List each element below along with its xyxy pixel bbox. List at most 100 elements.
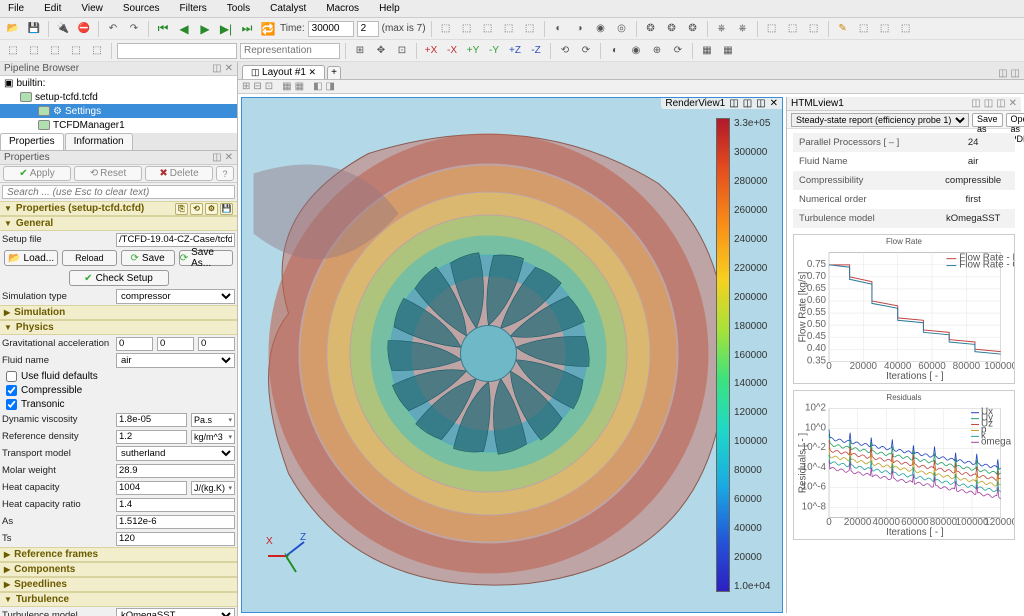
- setup-file-input[interactable]: [116, 233, 235, 247]
- cpr-input[interactable]: [116, 498, 235, 512]
- reset-icon[interactable]: ⟲: [190, 203, 203, 215]
- open-pdf-button[interactable]: Open as PDF: [1006, 113, 1024, 127]
- tab-information[interactable]: Information: [65, 133, 133, 150]
- help-button[interactable]: ?: [216, 166, 234, 181]
- representation-selector[interactable]: [240, 43, 340, 59]
- camera-icon[interactable]: ⊞: [351, 42, 369, 60]
- menu-filters[interactable]: Filters: [176, 2, 211, 15]
- view-control-icon[interactable]: ✕: [770, 98, 778, 109]
- layout-tool-icon[interactable]: ◫: [998, 68, 1007, 79]
- axis-icon[interactable]: -Y: [485, 42, 503, 60]
- layout-tool-icon[interactable]: ◫: [1011, 68, 1020, 79]
- axis-icon[interactable]: -Z: [527, 42, 545, 60]
- tool-icon[interactable]: ⬚: [521, 20, 539, 38]
- eye-icon[interactable]: [20, 92, 32, 102]
- grav-y-input[interactable]: [157, 337, 194, 351]
- tool-icon[interactable]: ⬚: [855, 20, 873, 38]
- cp-unit[interactable]: J/(kg.K): [191, 481, 235, 495]
- vcr-next-icon[interactable]: ▶|: [217, 20, 235, 38]
- fluid-select[interactable]: air: [116, 353, 235, 368]
- use-defaults-check[interactable]: [6, 371, 17, 382]
- disconnect-icon[interactable]: ⛔: [75, 20, 93, 38]
- as-input[interactable]: [116, 515, 235, 529]
- close-icon[interactable]: ✕: [225, 152, 233, 163]
- section-speedlines[interactable]: ▶Speedlines: [0, 577, 237, 592]
- tool-icon[interactable]: ◎: [613, 20, 631, 38]
- view-control-icon[interactable]: ◫: [743, 98, 752, 109]
- tool-icon[interactable]: ❂: [684, 20, 702, 38]
- menu-file[interactable]: File: [4, 2, 28, 15]
- vcr-last-icon[interactable]: ⏭: [238, 20, 256, 38]
- delete-button[interactable]: ✖Delete: [145, 166, 213, 181]
- connect-icon[interactable]: 🔌: [54, 20, 72, 38]
- tool2-icon[interactable]: ◐: [606, 42, 624, 60]
- vcr-back-icon[interactable]: ◀: [175, 20, 193, 38]
- open-icon[interactable]: 📂: [4, 20, 22, 38]
- reload-button[interactable]: Reload: [62, 250, 116, 266]
- tree-row[interactable]: ▣builtin:: [0, 76, 237, 90]
- section-simulation[interactable]: ▶Simulation: [0, 305, 237, 320]
- tool2-icon[interactable]: ◉: [627, 42, 645, 60]
- view-tool-icon[interactable]: ⊞: [242, 81, 250, 92]
- view-control-icon[interactable]: ◫: [996, 98, 1005, 109]
- section-turbulence[interactable]: ▼Turbulence: [0, 592, 237, 607]
- tool-icon[interactable]: ◑: [571, 20, 589, 38]
- view-tool-icon[interactable]: ◨: [326, 81, 335, 92]
- ref-den-input[interactable]: [116, 430, 187, 444]
- ref-den-unit[interactable]: kg/m^3: [191, 430, 235, 444]
- vcr-loop-icon[interactable]: 🔁: [259, 20, 277, 38]
- section-reference-frames[interactable]: ▶Reference frames: [0, 547, 237, 562]
- axis-icon[interactable]: +Y: [464, 42, 482, 60]
- ts-input[interactable]: [116, 532, 235, 546]
- undock-icon[interactable]: ◫: [212, 63, 221, 74]
- tool-icon[interactable]: ❂: [642, 20, 660, 38]
- view-control-icon[interactable]: ◫: [984, 98, 993, 109]
- copy-icon[interactable]: ⎘: [175, 203, 188, 215]
- report-select[interactable]: Steady-state report (efficiency probe 1): [791, 113, 969, 127]
- time-input[interactable]: [308, 21, 354, 37]
- view-tool-icon[interactable]: ▦: [282, 81, 291, 92]
- render-view[interactable]: RenderView1 ◫◫◫✕: [241, 97, 783, 613]
- axis-icon[interactable]: +X: [422, 42, 440, 60]
- save-icon[interactable]: 💾: [25, 20, 43, 38]
- tool2-icon[interactable]: ▦: [719, 42, 737, 60]
- menu-catalyst[interactable]: Catalyst: [266, 2, 310, 15]
- cp-input[interactable]: [116, 481, 187, 495]
- tool-icon[interactable]: ◐: [550, 20, 568, 38]
- eye-icon[interactable]: [38, 106, 50, 116]
- section-general[interactable]: ▼General: [0, 216, 237, 231]
- transport-select[interactable]: sutherland: [116, 446, 235, 461]
- tool-icon[interactable]: ⬚: [458, 20, 476, 38]
- save-button[interactable]: ⟳Save: [121, 250, 175, 266]
- sim-type-select[interactable]: compressor: [116, 289, 235, 304]
- view-tool-icon[interactable]: ◧: [313, 81, 322, 92]
- compressible-check[interactable]: [6, 385, 17, 396]
- axis-icon[interactable]: -X: [443, 42, 461, 60]
- tool2-icon[interactable]: ⊕: [648, 42, 666, 60]
- vcr-first-icon[interactable]: ⏮: [154, 20, 172, 38]
- view-tool-icon[interactable]: ⊟: [253, 81, 261, 92]
- tool-icon[interactable]: ✎: [834, 20, 852, 38]
- tool-icon[interactable]: ❂: [663, 20, 681, 38]
- tab-properties[interactable]: Properties: [0, 133, 64, 150]
- view-tool-icon[interactable]: ⊡: [265, 81, 273, 92]
- grav-z-input[interactable]: [198, 337, 235, 351]
- vcr-play-icon[interactable]: ▶: [196, 20, 214, 38]
- camera-icon[interactable]: ⊡: [393, 42, 411, 60]
- menu-help[interactable]: Help: [375, 2, 404, 15]
- view-tool-icon[interactable]: ▦: [295, 81, 304, 92]
- array-selector[interactable]: [117, 43, 237, 59]
- view-control-icon[interactable]: ◫: [971, 98, 980, 109]
- tree-row-selected[interactable]: ⚙Settings: [0, 104, 237, 118]
- turb-model-select[interactable]: kOmegaSST: [116, 608, 235, 616]
- save-pdf-button[interactable]: Save as PDF: [972, 113, 1003, 127]
- tool-icon[interactable]: ⎈: [734, 20, 752, 38]
- dyn-visc-input[interactable]: [116, 413, 187, 427]
- rotate-icon[interactable]: ⟳: [577, 42, 595, 60]
- tool-icon[interactable]: ⬚: [784, 20, 802, 38]
- tool-icon[interactable]: ◉: [592, 20, 610, 38]
- view-control-icon[interactable]: ◫: [756, 98, 765, 109]
- close-icon[interactable]: ✕: [225, 63, 233, 74]
- grav-x-input[interactable]: [116, 337, 153, 351]
- undock-icon[interactable]: ◫: [212, 152, 221, 163]
